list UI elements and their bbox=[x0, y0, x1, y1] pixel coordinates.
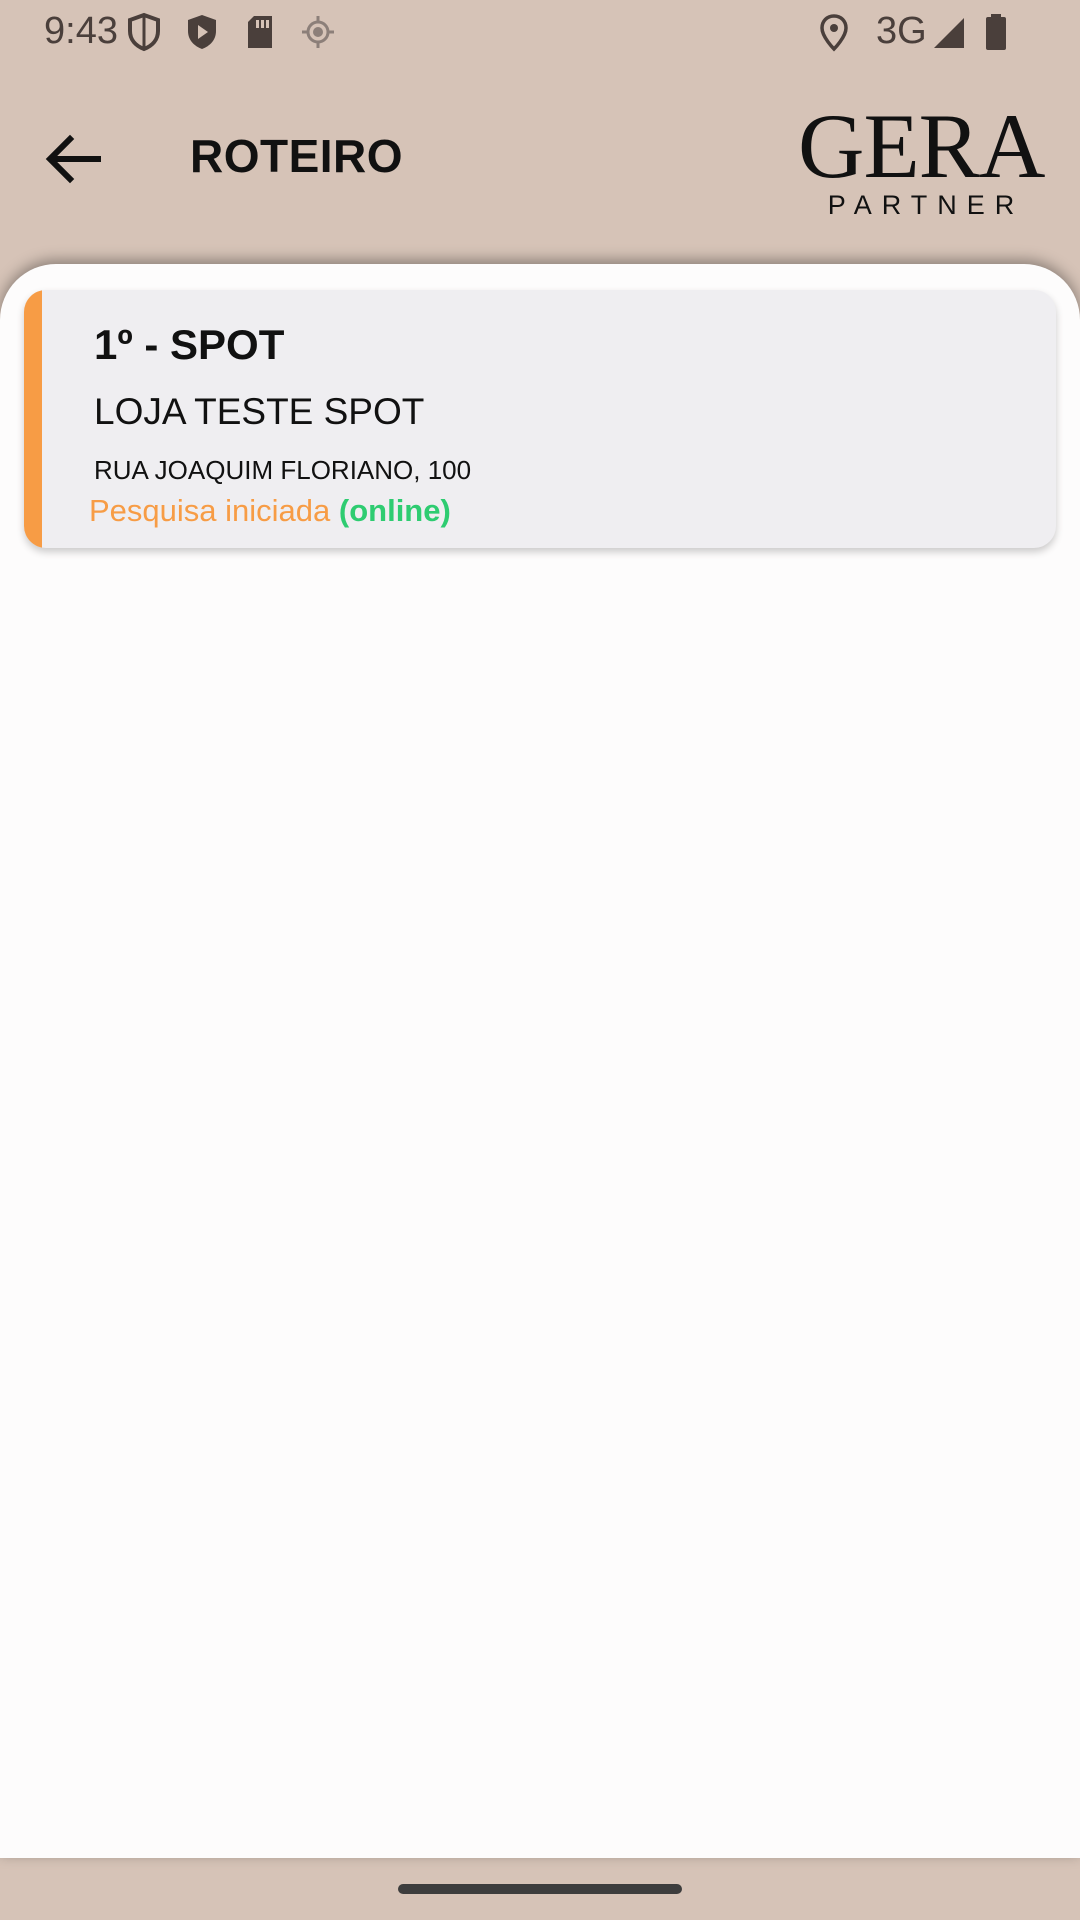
card-accent-bar bbox=[24, 290, 42, 548]
route-card[interactable]: 1º - SPOT LOJA TESTE SPOT RUA JOAQUIM FL… bbox=[24, 290, 1056, 548]
network-type: 3G bbox=[876, 10, 927, 52]
app-header: ROTEIRO GERA PARTNER bbox=[0, 62, 1080, 262]
logo-sub-text: PARTNER bbox=[827, 190, 1025, 220]
page-title: ROTEIRO bbox=[190, 130, 404, 182]
play-shield-icon bbox=[184, 12, 220, 52]
app-screen: 9:43 3G ROTEIRO GERA PARTNER 1º - SPOT L… bbox=[0, 0, 1080, 1920]
battery-icon bbox=[978, 12, 1014, 52]
home-gesture-bar[interactable] bbox=[398, 1884, 682, 1894]
store-name: LOJA TESTE SPOT bbox=[94, 391, 425, 432]
signal-icon bbox=[930, 12, 966, 52]
shield-outline-icon bbox=[126, 12, 162, 52]
status-time: 9:43 bbox=[44, 10, 118, 52]
gps-icon bbox=[300, 12, 336, 52]
status-bar: 9:43 3G bbox=[0, 0, 1080, 62]
connection-mode-badge: (online) bbox=[338, 493, 451, 528]
logo-main-text: GERA bbox=[798, 95, 1045, 197]
back-button[interactable] bbox=[36, 122, 110, 196]
survey-status-label: Pesquisa iniciada bbox=[89, 493, 331, 528]
brand-logo: GERA PARTNER bbox=[798, 95, 1045, 220]
sd-card-icon bbox=[242, 12, 278, 52]
survey-status: Pesquisa iniciada (online) bbox=[89, 492, 451, 530]
location-pin-icon bbox=[816, 12, 852, 52]
route-stop-title: 1º - SPOT bbox=[94, 321, 285, 368]
store-address: RUA JOAQUIM FLORIANO, 100 bbox=[94, 455, 472, 485]
arrow-left-icon bbox=[45, 134, 101, 184]
route-list-container: 1º - SPOT LOJA TESTE SPOT RUA JOAQUIM FL… bbox=[0, 264, 1080, 1858]
